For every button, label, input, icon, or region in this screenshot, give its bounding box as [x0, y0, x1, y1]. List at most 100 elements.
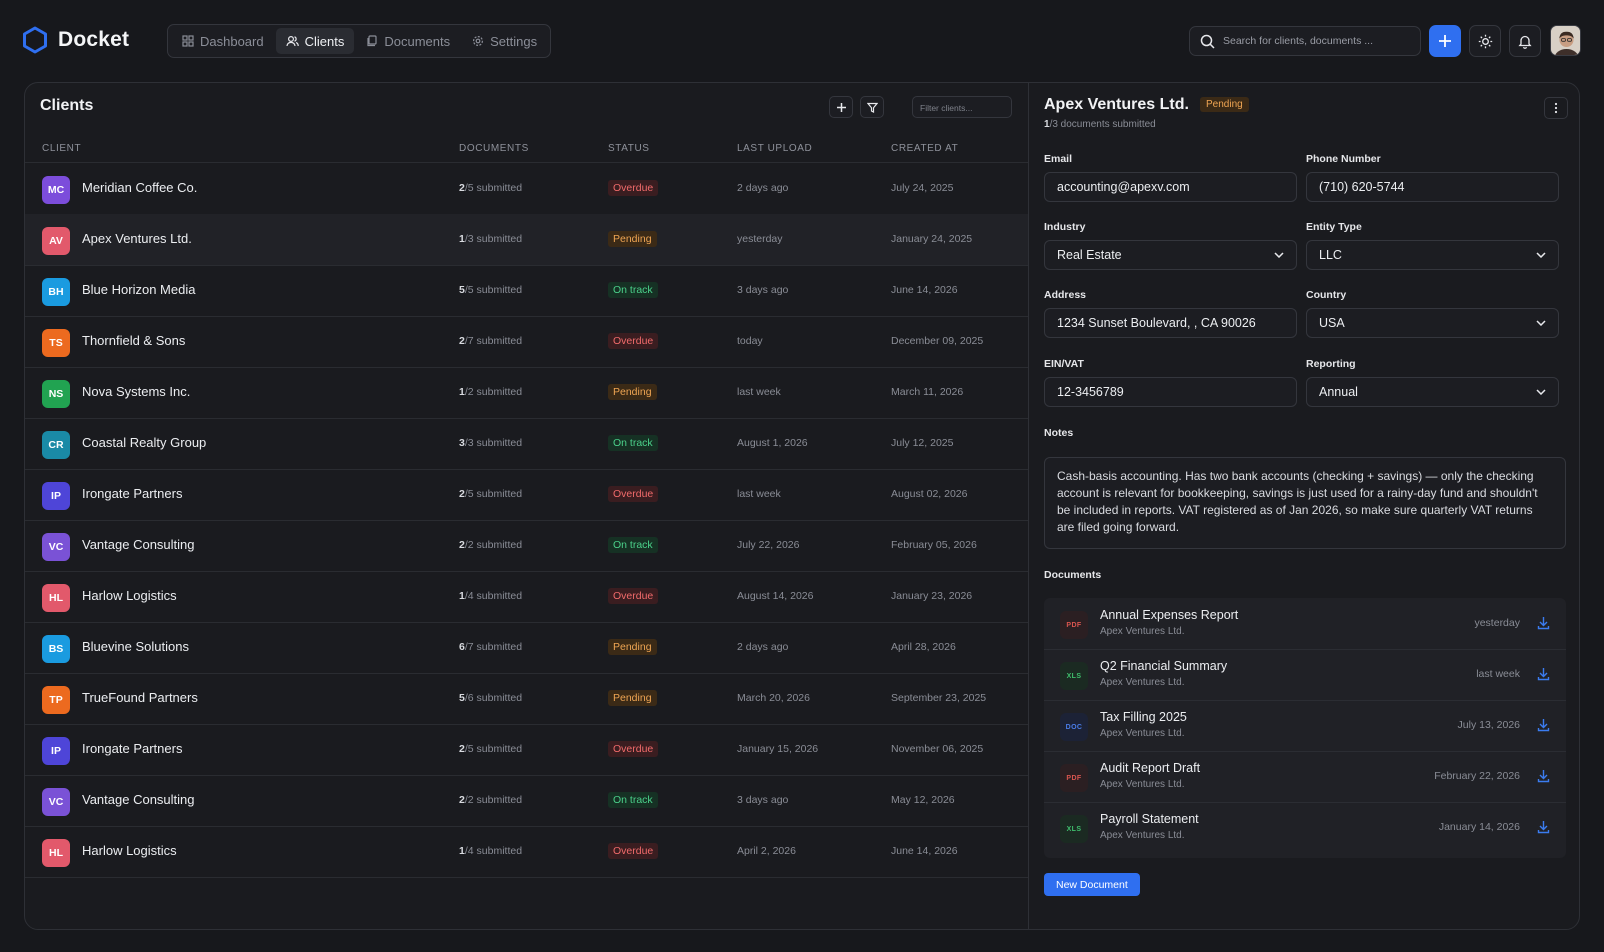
- chevron-down-icon: [1536, 320, 1546, 326]
- document-date: January 14, 2026: [1438, 821, 1520, 833]
- created-at: March 11, 2026: [891, 386, 964, 398]
- notifications-button[interactable]: [1509, 25, 1541, 57]
- last-upload: August 14, 2026: [737, 590, 814, 602]
- users-icon: [286, 35, 299, 47]
- download-icon: [1537, 770, 1550, 783]
- table-row[interactable]: MC Meridian Coffee Co. 2/5 submitted Overdu…: [25, 163, 1028, 215]
- table-row[interactable]: CR Coastal Realty Group 3/3 submitted On tr…: [25, 418, 1028, 470]
- client-avatar: VC: [42, 533, 70, 561]
- client-documents-count: 1/3 submitted: [459, 233, 522, 245]
- nav-settings[interactable]: Settings: [462, 28, 547, 54]
- document-item[interactable]: PDF Audit Report Draft Apex Ventures Ltd. F…: [1044, 751, 1566, 803]
- documents-total: /2 submitted: [464, 794, 523, 806]
- nav-clients[interactable]: Clients: [275, 28, 355, 54]
- status-badge: Pending: [608, 690, 657, 706]
- last-upload: April 2, 2026: [737, 845, 796, 857]
- client-name: Meridian Coffee Co.: [82, 180, 198, 195]
- nav-label: Clients: [304, 33, 345, 49]
- more-options-button[interactable]: [1544, 97, 1568, 119]
- table-row[interactable]: TP TrueFound Partners 5/6 submitted Pending…: [25, 673, 1028, 725]
- phone-field[interactable]: (710) 620-5744: [1306, 172, 1559, 202]
- funnel-icon: [866, 102, 878, 113]
- documents-total: /4 submitted: [464, 590, 523, 602]
- table-row[interactable]: BS Bluevine Solutions 6/7 submitted Pending…: [25, 622, 1028, 674]
- notes-textarea[interactable]: Cash-basis accounting. Has two bank acco…: [1044, 457, 1566, 549]
- notes-label: Notes: [1044, 427, 1074, 439]
- table-row[interactable]: VC Vantage Consulting 2/2 submitted On trac…: [25, 520, 1028, 572]
- reporting-select[interactable]: Annual: [1306, 377, 1559, 407]
- grid-icon: [182, 35, 194, 47]
- document-item[interactable]: DOC Tax Filling 2025 Apex Ventures Ltd. Jul…: [1044, 700, 1566, 752]
- download-button[interactable]: [1537, 769, 1550, 783]
- table-header: CLIENT DOCUMENTS STATUS LAST UPLOAD CREA…: [25, 141, 1028, 163]
- main-card: Clients Filter clients... CLIENT DOCUMEN…: [24, 82, 1580, 930]
- client-documents-count: 3/3 submitted: [459, 437, 522, 449]
- column-header-last-upload[interactable]: LAST UPLOAD: [737, 143, 812, 154]
- column-header-client[interactable]: CLIENT: [42, 143, 81, 154]
- industry-select[interactable]: Real Estate: [1044, 240, 1297, 270]
- document-item[interactable]: PDF Annual Expenses Report Apex Ventures L…: [1044, 598, 1566, 650]
- created-at: June 14, 2026: [891, 845, 958, 857]
- filter-clients-input[interactable]: Filter clients...: [912, 96, 1012, 118]
- client-documents-count: 2/5 submitted: [459, 488, 522, 500]
- file-type-icon: DOC: [1060, 713, 1088, 741]
- table-row[interactable]: IP Irongate Partners 2/5 submitted Overdue l…: [25, 469, 1028, 521]
- nav-dashboard[interactable]: Dashboard: [172, 28, 274, 54]
- table-row[interactable]: NS Nova Systems Inc. 1/2 submitted Pending l…: [25, 367, 1028, 419]
- document-owner: Apex Ventures Ltd.: [1100, 830, 1185, 841]
- filter-button[interactable]: [860, 96, 884, 118]
- document-item[interactable]: XLS Payroll Statement Apex Ventures Ltd. Ja…: [1044, 802, 1566, 854]
- add-client-button[interactable]: [829, 96, 853, 118]
- entity-type-value: LLC: [1319, 248, 1342, 262]
- plus-icon: [1439, 35, 1451, 47]
- add-button[interactable]: [1429, 25, 1461, 57]
- user-avatar[interactable]: [1550, 25, 1581, 56]
- table-row[interactable]: AV Apex Ventures Ltd. 1/3 submitted Pending…: [25, 214, 1028, 266]
- table-row[interactable]: HL Harlow Logistics 1/4 submitted Overdue Au…: [25, 571, 1028, 623]
- table-row[interactable]: HL Harlow Logistics 1/4 submitted Overdue Ap…: [25, 826, 1028, 878]
- address-field[interactable]: 1234 Sunset Boulevard, , CA 90026: [1044, 308, 1297, 338]
- created-at: September 23, 2025: [891, 692, 987, 704]
- entity-type-select[interactable]: LLC: [1306, 240, 1559, 270]
- download-button[interactable]: [1537, 667, 1550, 681]
- theme-toggle-button[interactable]: [1469, 25, 1501, 57]
- status-badge: Overdue: [608, 486, 659, 502]
- table-row[interactable]: IP Irongate Partners 2/5 submitted Overdue J…: [25, 724, 1028, 776]
- document-date: yesterday: [1474, 617, 1520, 629]
- top-bar: Docket Dashboard Clients Documents Setti…: [0, 0, 1604, 82]
- table-row[interactable]: TS Thornfield & Sons 2/7 submitted Overdue t…: [25, 316, 1028, 368]
- client-detail-panel: Apex Ventures Ltd. Pending 1/3 documents…: [1028, 83, 1579, 929]
- search-input[interactable]: Search for clients, documents ...: [1189, 26, 1421, 56]
- app-logo[interactable]: Docket: [22, 26, 129, 54]
- gear-icon: [473, 35, 484, 47]
- download-button[interactable]: [1537, 820, 1550, 834]
- phone-label: Phone Number: [1306, 153, 1381, 165]
- new-document-button[interactable]: New Document: [1044, 873, 1140, 896]
- client-avatar: IP: [42, 482, 70, 510]
- created-at: July 24, 2025: [891, 182, 954, 194]
- column-header-documents[interactable]: DOCUMENTS: [459, 143, 529, 154]
- created-at: November 06, 2025: [891, 743, 984, 755]
- country-select[interactable]: USA: [1306, 308, 1559, 338]
- document-date: February 22, 2026: [1434, 770, 1520, 782]
- download-icon: [1537, 617, 1550, 630]
- column-header-status[interactable]: STATUS: [608, 143, 650, 154]
- document-item[interactable]: XLS Q2 Financial Summary Apex Ventures Ltd…: [1044, 649, 1566, 701]
- client-name: Harlow Logistics: [82, 588, 177, 603]
- last-upload: yesterday: [737, 233, 783, 245]
- download-button[interactable]: [1537, 616, 1550, 630]
- documents-total: /6 submitted: [464, 692, 523, 704]
- client-name: Coastal Realty Group: [82, 435, 207, 450]
- submitted-total: /3 documents submitted: [1049, 119, 1156, 130]
- table-row[interactable]: VC Vantage Consulting 2/2 submitted On trac…: [25, 775, 1028, 827]
- download-button[interactable]: [1537, 718, 1550, 732]
- client-avatar: VC: [42, 788, 70, 816]
- ein-value: 12-3456789: [1057, 385, 1124, 399]
- ein-field[interactable]: 12-3456789: [1044, 377, 1297, 407]
- column-header-created-at[interactable]: CREATED AT: [891, 143, 958, 154]
- industry-value: Real Estate: [1057, 248, 1122, 262]
- email-field[interactable]: accounting@apexv.com: [1044, 172, 1297, 202]
- nav-documents[interactable]: Documents: [356, 28, 460, 54]
- table-row[interactable]: BH Blue Horizon Media 5/5 submitted On trac…: [25, 265, 1028, 317]
- nav-label: Documents: [384, 33, 451, 49]
